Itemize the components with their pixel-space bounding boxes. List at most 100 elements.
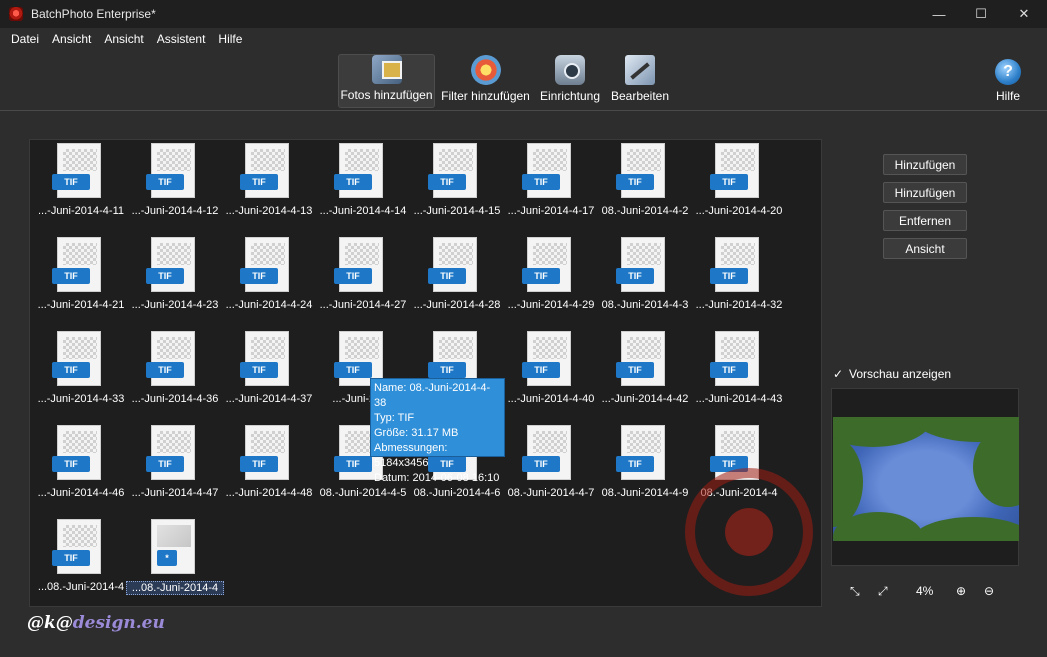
thumbnail-label: ...-Juni-2014-4-40 — [507, 393, 595, 405]
thumbnail-label: 08.-Juni-2014-4-9 — [601, 487, 689, 499]
tif-file-icon: TIF — [240, 425, 289, 480]
tif-file-icon: TIF — [52, 519, 101, 574]
gallery-thumbnail[interactable]: TIF ...-Juni-2014-4-37 — [222, 329, 316, 413]
edit-button[interactable]: Bearbeiten — [610, 54, 670, 108]
tif-file-icon: TIF — [52, 237, 101, 292]
add-files-button[interactable]: Hinzufügen — [883, 154, 967, 175]
preview-toggle[interactable]: ✓ Vorschau anzeigen — [833, 367, 951, 381]
gallery-thumbnail[interactable]: TIF ...-Juni-2014-4-20 — [692, 141, 786, 225]
app-logo-icon — [9, 7, 23, 21]
close-icon: ✕ — [1018, 6, 1030, 21]
thumbnail-label: ...-Juni-2014-4-48 — [225, 487, 313, 499]
tif-file-icon: TIF — [240, 143, 289, 198]
add-photos-button[interactable]: Fotos hinzufügen — [338, 54, 435, 108]
view-button[interactable]: Ansicht — [883, 238, 967, 259]
gallery-thumbnail[interactable]: TIF 08.-Juni-2014-4-2 — [598, 141, 692, 225]
preview-checkbox[interactable]: ✓ — [833, 368, 845, 380]
thumbnail-label: 08.-Juni-2014-4-6 — [413, 487, 501, 499]
file-type-badge: TIF — [522, 174, 560, 190]
setup-button[interactable]: Einrichtung — [538, 54, 602, 108]
add-files-label: Hinzufügen — [894, 157, 956, 172]
help-icon: ? — [995, 59, 1021, 85]
gallery-thumbnail[interactable]: TIF ...-Juni-2014-4-27 — [316, 235, 410, 319]
maximize-button[interactable]: ☐ — [958, 0, 1004, 28]
thumbnail-label: 08.-Juni-2014-4-2 — [601, 205, 689, 217]
gallery-thumbnail[interactable]: TIF ...-Juni-2014-4-17 — [504, 141, 598, 225]
swirl-logo-watermark — [685, 468, 813, 596]
gallery-thumbnail[interactable]: TIF ...-Juni-2014-4-12 — [128, 141, 222, 225]
gallery-thumbnail[interactable]: TIF ...-Juni-2014-4-43 — [692, 329, 786, 413]
menu-ansicht-2[interactable]: Ansicht — [104, 32, 143, 46]
gallery-thumbnail[interactable]: TIF ...-Juni-2014-4-32 — [692, 235, 786, 319]
gallery-thumbnail[interactable]: TIF ...-Juni-2014-4-11 — [34, 141, 128, 225]
gallery-thumbnail[interactable]: TIF 08.-Juni-2014-4-9 — [598, 423, 692, 507]
tif-file-icon: TIF — [522, 331, 571, 386]
gallery-thumbnail[interactable]: TIF ...-Juni-2014-4-48 — [222, 423, 316, 507]
gallery-thumbnail[interactable]: TIF ...-Juni-2014-4-29 — [504, 235, 598, 319]
close-button[interactable]: ✕ — [1001, 0, 1047, 28]
menu-ansicht[interactable]: Ansicht — [52, 32, 91, 46]
remove-button[interactable]: Entfernen — [883, 210, 967, 231]
add-folder-button[interactable]: Hinzufügen — [883, 182, 967, 203]
tif-file-icon: TIF — [428, 143, 477, 198]
gallery-thumbnail[interactable]: TIF 08.-Juni-2014-4-7 — [504, 423, 598, 507]
file-type-badge: TIF — [334, 268, 372, 284]
gallery-thumbnail[interactable]: TIF ...-Juni-2014-4-47 — [128, 423, 222, 507]
gallery-thumbnail[interactable]: TIF ...-Juni-2014-4-28 — [410, 235, 504, 319]
file-type-badge: TIF — [240, 362, 278, 378]
menu-assistent[interactable]: Assistent — [157, 32, 206, 46]
file-type-badge: TIF — [334, 174, 372, 190]
gallery-thumbnail[interactable]: TIF ...-Juni-2014-4-42 — [598, 329, 692, 413]
thumbnail-label: ...-Juni-2014-4-47 — [131, 487, 219, 499]
gallery-thumbnail[interactable]: TIF ...-Juni-2014-4-40 — [504, 329, 598, 413]
file-type-badge: TIF — [616, 174, 654, 190]
file-type-badge: TIF — [334, 456, 372, 472]
toolbar: Fotos hinzufügen Filter hinzufügen Einri… — [0, 50, 1047, 111]
add-folder-label: Hinzufügen — [894, 185, 956, 200]
gallery-thumbnail[interactable]: TIF ...-Juni-2014-4-46 — [34, 423, 128, 507]
thumbnail-label: ...-Juni-2014-4-32 — [695, 299, 783, 311]
gallery-thumbnail[interactable]: TIF 08.-Juni-2014-4-3 — [598, 235, 692, 319]
gallery-thumbnail[interactable]: TIF ...-Juni-2014-4-23 — [128, 235, 222, 319]
zoom-level: 4% — [916, 584, 934, 598]
zoom-out-icon[interactable]: ⊖ — [984, 584, 994, 598]
zoom-in-icon[interactable]: ⊕ — [956, 584, 966, 598]
tif-file-icon: TIF — [146, 143, 195, 198]
preview-panel — [831, 388, 1019, 566]
gallery-thumbnail[interactable]: TIF ...-Juni-2014-4-33 — [34, 329, 128, 413]
thumbnail-label: 08.-Juni-2014-4-3 — [601, 299, 689, 311]
file-type-badge: TIF — [240, 456, 278, 472]
thumbnail-label: ...-Juni-2014-4-23 — [131, 299, 219, 311]
gallery-thumbnail[interactable]: TIF ...-Juni-2014-4-15 — [410, 141, 504, 225]
thumbnail-label: ...-Juni-2014-4-20 — [695, 205, 783, 217]
thumbnail-label: ...-Juni-2014-4-33 — [37, 393, 125, 405]
photos-icon — [371, 55, 402, 84]
thumbnail-label: ...08.-Juni-2014-4 — [37, 581, 125, 593]
add-filters-button[interactable]: Filter hinzufügen — [440, 54, 531, 108]
menu-datei[interactable]: Datei — [11, 32, 39, 46]
gallery-thumbnail[interactable]: TIF ...-Juni-2014-4-13 — [222, 141, 316, 225]
actual-size-icon[interactable]: ⤢ — [878, 584, 888, 599]
watermark-prefix: @k@ — [27, 613, 73, 633]
thumbnail-label: ...-Juni-2014-4-17 — [507, 205, 595, 217]
minimize-button[interactable]: — — [916, 0, 962, 28]
tif-file-icon: TIF — [146, 331, 195, 386]
thumbnail-label: 08.-Juni-2014-4-5 — [319, 487, 407, 499]
menu-hilfe[interactable]: Hilfe — [218, 32, 242, 46]
gallery-thumbnail[interactable]: TIF ...-Juni-2014-4-21 — [34, 235, 128, 319]
help-button[interactable]: ? Hilfe — [990, 54, 1026, 108]
edit-icon — [625, 55, 655, 85]
thumbnail-label: ...-Juni-2014-4-42 — [601, 393, 689, 405]
gallery-thumbnail[interactable]: TIF ...-Juni-2014-4-14 — [316, 141, 410, 225]
add-filters-label: Filter hinzufügen — [441, 89, 530, 103]
tif-file-icon: TIF — [616, 331, 665, 386]
file-type-badge: TIF — [334, 362, 372, 378]
tif-file-icon: TIF — [522, 425, 571, 480]
thumbnail-label: ...-Juni-2014-4-13 — [225, 205, 313, 217]
gallery-thumbnail[interactable]: TIF ...-Juni-2014-4-36 — [128, 329, 222, 413]
gallery-thumbnail[interactable]: TIF ...-Juni-2014-4-24 — [222, 235, 316, 319]
gallery-thumbnail[interactable]: TIF ...08.-Juni-2014-4 — [34, 517, 128, 601]
gallery-thumbnail[interactable]: * ...08.-Juni-2014-4 — [126, 517, 224, 601]
fit-icon[interactable]: ⤡ — [850, 584, 860, 599]
thumbnail-label: ...08.-Juni-2014-4 — [126, 581, 224, 595]
